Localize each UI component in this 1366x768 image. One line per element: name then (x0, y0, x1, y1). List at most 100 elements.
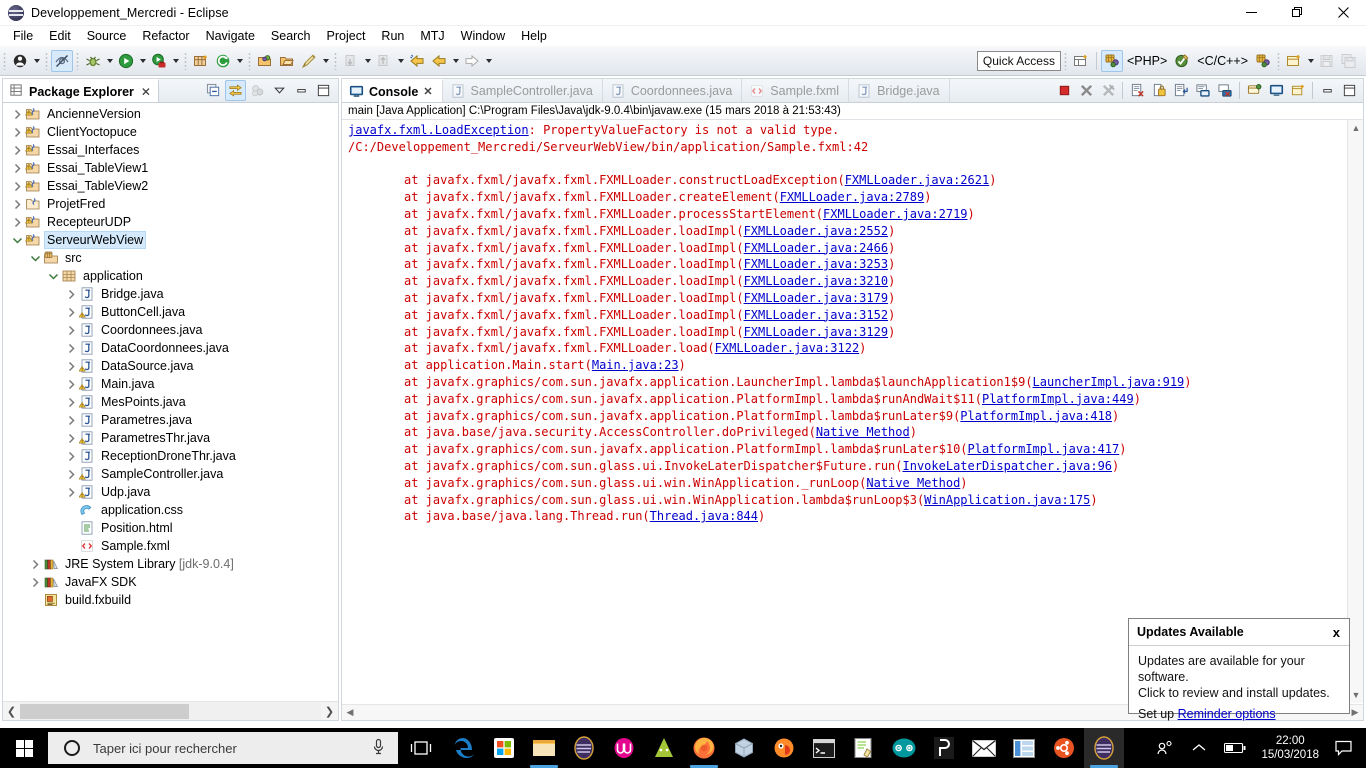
taskbar-clock[interactable]: 22:00 15/03/2018 (1255, 734, 1327, 762)
chevron-right-icon[interactable] (9, 106, 25, 122)
tree-item-clientyoctopuce[interactable]: ClientYoctopuce (3, 123, 338, 141)
scroll-lock-icon[interactable] (1148, 80, 1170, 101)
tree-item-application[interactable]: application (3, 267, 338, 285)
tree-item-datasource-java[interactable]: DataSource.java (3, 357, 338, 375)
chevron-right-icon[interactable] (63, 430, 79, 446)
taskbar-processing-icon[interactable] (924, 728, 964, 768)
tree-item-serveurwebview[interactable]: ServeurWebView (3, 231, 338, 249)
microphone-icon[interactable] (371, 738, 386, 759)
chevron-right-icon[interactable] (63, 322, 79, 338)
refresh-button[interactable] (212, 50, 234, 72)
maximize-icon[interactable] (313, 80, 334, 101)
remove-all-terminated-icon[interactable] (1097, 80, 1119, 101)
hscroll-left-icon[interactable]: ◀ (342, 705, 358, 721)
chevron-right-icon[interactable] (63, 484, 79, 500)
minimize-icon[interactable] (291, 80, 312, 101)
hscroll-track[interactable] (20, 702, 321, 720)
previous-annotation-dropdown[interactable] (395, 50, 406, 72)
close-icon[interactable]: ✕ (423, 85, 432, 98)
stack-frame-link[interactable]: FXMLLoader.java:3253 (744, 257, 889, 271)
skip-breakpoints-dropdown[interactable] (362, 50, 373, 72)
tab-sample-fxml[interactable]: Sample.fxml (742, 79, 850, 102)
tree-item-src[interactable]: src (3, 249, 338, 267)
package-explorer-hscrollbar[interactable]: ❮ ❯ (3, 701, 338, 720)
new-console-view-icon[interactable] (1287, 80, 1309, 101)
debug-button[interactable] (82, 50, 104, 72)
save-button[interactable] (1316, 50, 1338, 72)
toggle-mark-occurrences-button[interactable] (51, 49, 73, 72)
toolbar-grip-4[interactable] (184, 51, 187, 70)
previous-annotation-button[interactable] (373, 50, 395, 72)
toolbar-grip-8[interactable] (1277, 51, 1280, 70)
chevron-down-icon[interactable] (45, 268, 61, 284)
toolbar-grip-7[interactable] (1063, 51, 1067, 70)
chevron-down-icon[interactable] (27, 250, 43, 266)
chevron-right-icon[interactable] (63, 394, 79, 410)
forward-button[interactable] (461, 50, 483, 72)
console-line[interactable]: at java.base/java.security.AccessControl… (348, 424, 1347, 441)
console-line[interactable]: at javafx.fxml/javafx.fxml.FXMLLoader.co… (348, 172, 1347, 189)
console-line[interactable]: at javafx.fxml/javafx.fxml.FXMLLoader.pr… (348, 206, 1347, 223)
tree-item-ancienneversion[interactable]: AncienneVersion (3, 105, 338, 123)
battery-icon[interactable] (1215, 728, 1255, 768)
taskbar-eclipse-icon[interactable] (564, 728, 604, 768)
perspective-cpp-label[interactable]: <C/C++> (1193, 54, 1252, 68)
console-line[interactable]: at javafx.fxml/javafx.fxml.FXMLLoader.lo… (348, 307, 1347, 324)
tree-item-position-html[interactable]: Position.html (3, 519, 338, 537)
run-external-tools-button[interactable] (148, 50, 170, 72)
perspective-php-label[interactable]: <PHP> (1123, 54, 1171, 68)
chevron-right-icon[interactable] (63, 358, 79, 374)
show-hidden-icons-icon[interactable] (1183, 728, 1215, 768)
stack-frame-link[interactable]: PlatformImpl.java:417 (968, 442, 1120, 456)
action-center-icon[interactable] (1327, 740, 1364, 756)
clear-console-icon[interactable] (1126, 80, 1148, 101)
close-icon[interactable]: ✕ (141, 85, 151, 99)
people-icon[interactable] (1147, 728, 1183, 768)
stack-frame-link[interactable]: FXMLLoader.java:2552 (744, 224, 889, 238)
new-java-package-button[interactable] (190, 50, 212, 72)
tab-samplecontroller-java[interactable]: SampleController.java (443, 79, 603, 102)
chevron-right-icon[interactable] (63, 286, 79, 302)
menu-source[interactable]: Source (79, 26, 135, 46)
tree-item-essai-tableview1[interactable]: Essai_TableView1 (3, 159, 338, 177)
perspective-php-button[interactable] (1100, 49, 1123, 72)
chevron-right-icon[interactable] (63, 376, 79, 392)
run-button[interactable] (115, 50, 137, 72)
skip-all-breakpoints-button[interactable] (340, 50, 362, 72)
windows-start-icon[interactable] (0, 728, 48, 768)
console-line[interactable]: at javafx.fxml/javafx.fxml.FXMLLoader.lo… (348, 324, 1347, 341)
scroll-up-icon[interactable]: ▲ (1348, 120, 1364, 136)
console-output[interactable]: javafx.fxml.LoadException: PropertyValue… (342, 120, 1347, 703)
run-dropdown[interactable] (137, 50, 148, 72)
task-view-icon[interactable] (398, 728, 444, 768)
stack-frame-link[interactable]: FXMLLoader.java:3129 (744, 325, 889, 339)
chevron-right-icon[interactable] (63, 340, 79, 356)
toolbar-grip[interactable] (3, 51, 6, 70)
new-wizard-dropdown[interactable] (31, 50, 42, 72)
tree-item-udp-java[interactable]: Udp.java (3, 483, 338, 501)
quick-access-input[interactable]: Quick Access (976, 50, 1061, 71)
tree-item-buttoncell-java[interactable]: ButtonCell.java (3, 303, 338, 321)
menu-search[interactable]: Search (263, 26, 319, 46)
collapse-all-icon[interactable] (203, 80, 224, 101)
tree-item-datacoordonnees-java[interactable]: DataCoordonnees.java (3, 339, 338, 357)
menu-project[interactable]: Project (319, 26, 374, 46)
taskbar-edge-icon[interactable] (444, 728, 484, 768)
chevron-right-icon[interactable] (63, 466, 79, 482)
debug-dropdown[interactable] (104, 50, 115, 72)
stack-frame-link[interactable]: PlatformImpl.java:449 (982, 392, 1134, 406)
project-tree[interactable]: AncienneVersion ClientYoctopuce Essai_Inte… (3, 103, 338, 700)
stack-frame-link[interactable]: FXMLLoader.java:2719 (823, 207, 968, 221)
console-line[interactable]: at javafx.graphics/com.sun.javafx.applic… (348, 374, 1347, 391)
display-selected-console-icon[interactable] (1243, 80, 1265, 101)
tree-item-parametres-java[interactable]: Parametres.java (3, 411, 338, 429)
back-to-last-edit-button[interactable] (406, 50, 428, 72)
toolbar-grip-6[interactable] (334, 51, 337, 70)
chevron-right-icon[interactable] (63, 412, 79, 428)
perspective-cpp-button[interactable] (1171, 50, 1193, 72)
terminate-icon[interactable] (1053, 80, 1075, 101)
stack-frame-link[interactable]: Main.java:23 (592, 358, 679, 372)
focus-on-active-task-icon[interactable] (247, 80, 268, 101)
close-button[interactable] (1320, 0, 1366, 26)
show-console-on-output-icon[interactable] (1192, 80, 1214, 101)
